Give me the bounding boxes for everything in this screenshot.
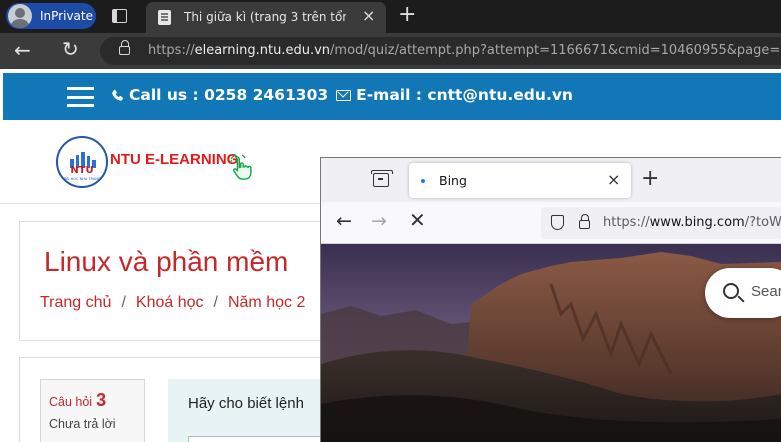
new-tab-button[interactable]: + — [398, 3, 416, 27]
contact-email[interactable]: E-mail : cntt@ntu.edu.vn — [356, 86, 573, 104]
tab-close-button[interactable]: × — [362, 6, 375, 26]
url-text: https://elearning.ntu.edu.vn/mod/quiz/at… — [148, 43, 781, 58]
profile-avatar-icon — [8, 4, 32, 28]
question-text: Hãy cho biết lệnh — [188, 395, 304, 412]
firefox-nav-bar: ← → ✕ https://www.bing.com/?toWw — [321, 202, 781, 244]
page-favicon-icon — [158, 10, 171, 25]
url-path: /mod/quiz/attempt.php?attempt=1166671&cm… — [330, 43, 781, 58]
browser-tab-bar: InPrivate Thi giữa kì (trang 3 trên tổng… — [0, 0, 781, 33]
firefox-tab-close-button[interactable]: × — [607, 170, 620, 189]
browser-tab-active[interactable]: Thi giữa kì (trang 3 trên tổng số × — [146, 2, 386, 33]
search-icon[interactable] — [723, 283, 739, 299]
loading-dot-icon — [421, 179, 425, 183]
hand-pointer-icon — [229, 154, 252, 180]
site-top-bar: Call us : 0258 2461303 E-mail : cntt@ntu… — [3, 73, 781, 120]
firefox-back-button[interactable]: ← — [336, 210, 352, 232]
firefox-stop-button[interactable]: ✕ — [409, 208, 426, 232]
refresh-button[interactable]: ↻ — [62, 37, 79, 61]
tab-title: Thi giữa kì (trang 3 trên tổng số — [184, 10, 346, 24]
contact-phone: Call us : 0258 2461303 — [129, 86, 329, 104]
question-info-box: Câu hỏi 3 Chưa trả lời — [40, 379, 145, 442]
breadcrumb-separator: / — [213, 294, 218, 311]
breadcrumb-courses[interactable]: Khoá học — [136, 294, 204, 311]
emblem-subtext: ĐẠI HỌC NHA TRANG — [63, 177, 101, 181]
firefox-new-tab-button[interactable]: + — [641, 168, 659, 190]
firefox-tab-bing[interactable]: Bing × — [409, 163, 631, 198]
question-status: Chưa trả lời — [49, 417, 116, 431]
hamburger-menu-icon[interactable] — [67, 87, 94, 107]
site-logo[interactable]: NTU ĐẠI HỌC NHA TRANG NTU E-LEARNING — [56, 132, 266, 192]
browser-toolbar: ← ↻ https://elearning.ntu.edu.vn/mod/qui… — [0, 33, 781, 69]
list-all-tabs-icon[interactable] — [371, 170, 393, 187]
tracking-shield-icon[interactable] — [551, 215, 564, 230]
back-button[interactable]: ← — [14, 38, 31, 62]
inprivate-label: InPrivate — [40, 9, 93, 23]
quiz-question-card: Câu hỏi 3 Chưa trả lời Hãy cho biết lệnh — [19, 357, 358, 442]
course-header-card: Linux và phần mềm Trang chủ / Khoá học / Năm… — [19, 221, 349, 341]
emblem-text: NTU — [70, 165, 94, 176]
phone-icon — [112, 89, 124, 101]
breadcrumb-separator: / — [121, 294, 126, 311]
university-emblem-icon: NTU ĐẠI HỌC NHA TRANG — [56, 136, 108, 188]
firefox-window[interactable]: Bing × + ← → ✕ https://www.bing.com/?toW… — [320, 157, 781, 442]
question-number-label: Câu hỏi 3 — [49, 390, 106, 411]
firefox-tab-bar: Bing × + — [321, 158, 781, 202]
firefox-forward-button[interactable]: → — [371, 210, 387, 232]
address-bar[interactable]: https://elearning.ntu.edu.vn/mod/quiz/at… — [100, 37, 781, 65]
breadcrumb: Trang chủ / Khoá học / Năm học 2 — [40, 294, 305, 312]
lock-icon[interactable] — [119, 40, 130, 55]
mail-icon — [336, 89, 352, 101]
ff-url-path: /?toWw — [744, 215, 781, 230]
url-host: elearning.ntu.edu.vn — [194, 43, 331, 58]
inprivate-profile-button[interactable]: InPrivate — [6, 3, 96, 29]
course-title: Linux và phần mềm — [44, 246, 289, 277]
bing-search-placeholder: Sear — [751, 283, 781, 300]
bing-search-box[interactable]: Sear — [705, 268, 781, 318]
ff-url-host: www.bing.com — [649, 215, 745, 230]
logo-text: NTU E-LEARNING — [110, 151, 239, 168]
tab-actions-icon[interactable] — [112, 9, 127, 23]
breadcrumb-home[interactable]: Trang chủ — [40, 294, 111, 311]
ff-url-prefix: https:// — [603, 215, 650, 230]
contact-info: Call us : 0258 2461303 E-mail : cntt@ntu… — [111, 86, 573, 104]
question-label: Câu hỏi — [49, 395, 93, 409]
question-number: 3 — [96, 390, 107, 410]
firefox-tab-title: Bing — [439, 173, 467, 188]
firefox-url-text: https://www.bing.com/?toWw — [603, 215, 781, 230]
firefox-url-bar[interactable]: https://www.bing.com/?toWw — [541, 207, 781, 239]
breadcrumb-year[interactable]: Năm học 2 — [228, 294, 305, 311]
url-prefix: https:// — [148, 43, 195, 58]
lock-icon[interactable] — [579, 214, 590, 229]
